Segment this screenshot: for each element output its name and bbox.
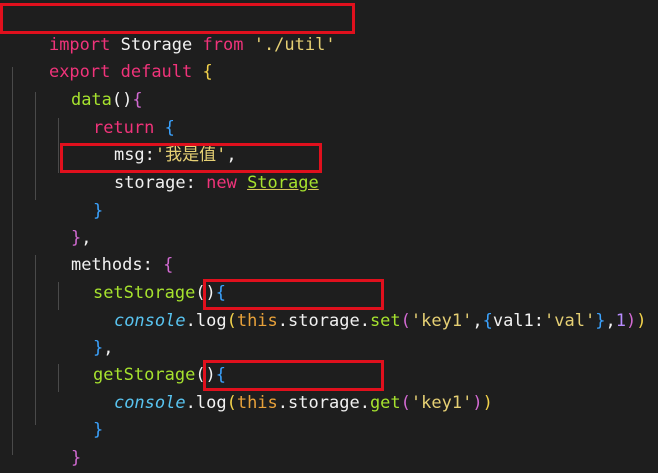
string-key1: 'key1' [410,311,473,331]
code-line-16[interactable]: } [30,418,81,468]
object-close-brace: } [595,311,606,331]
method-set: set [369,311,401,331]
indent-guide [12,67,13,455]
class-storage: Storage [247,173,319,193]
property-storage: storage [288,311,360,331]
open-brace: { [192,62,213,82]
code-line-15[interactable]: } [52,390,103,440]
dot: . [359,393,370,413]
method-log: log [195,393,227,413]
dot: . [185,393,196,413]
close-paren: ) [625,311,637,331]
dot: . [185,311,196,331]
comma: , [605,311,616,331]
close-paren: ) [472,393,483,413]
object-key-val1: val1 [492,311,534,331]
object-open-brace: { [482,311,493,331]
open-paren: ( [226,393,237,413]
property-storage: storage [113,173,186,193]
code-line-17[interactable]: } [8,445,59,472]
colon: : [185,173,207,193]
dot: . [277,393,289,413]
code-line-13[interactable]: getStorage(){ [52,335,226,385]
close-brace: } [92,201,104,221]
code-line-7[interactable]: } [52,171,103,221]
property-storage: storage [288,393,360,413]
number-literal: 1 [615,311,626,331]
code-line-2[interactable]: export default { [8,32,213,82]
code-line-8[interactable]: }, [30,198,92,248]
keyword-this: this [236,393,278,413]
code-line-5[interactable]: msg:'我是值', [73,115,237,165]
open-paren: ( [226,311,237,331]
method-log: log [195,311,227,331]
close-paren: ) [636,311,647,331]
code-line-3[interactable]: data(){ [30,60,143,110]
code-line-9[interactable]: methods: { [30,225,173,275]
code-line-10[interactable]: setStorage(){ [52,253,226,303]
close-paren: ) [482,393,493,413]
console-builtin: console [113,311,186,331]
comma: , [472,311,483,331]
open-paren: ( [400,393,411,413]
keyword-new: new [206,173,237,193]
close-brace: } [92,420,104,440]
code-editor[interactable]: import Storage from './util' export defa… [0,0,658,473]
close-brace: } [70,448,82,468]
dot: . [277,311,289,331]
method-get: get [369,393,401,413]
string-key1: 'key1' [410,393,473,413]
code-line-4[interactable]: return { [52,88,175,138]
string-val: 'val' [544,311,596,331]
code-line-6[interactable]: storage: new Storage [73,143,319,193]
import-path-string: './util' [253,35,336,55]
code-line-11[interactable]: console.log(this.storage.set('key1',{val… [73,281,647,331]
code-line-1[interactable]: import Storage from './util' [8,5,336,55]
colon: : [533,311,545,331]
code-line-12[interactable]: }, [52,308,114,358]
dot: . [359,311,370,331]
console-builtin: console [113,393,186,413]
code-line-14[interactable]: console.log(this.storage.get('key1')) [73,363,493,413]
keyword-this: this [236,311,278,331]
open-paren: ( [400,311,411,331]
